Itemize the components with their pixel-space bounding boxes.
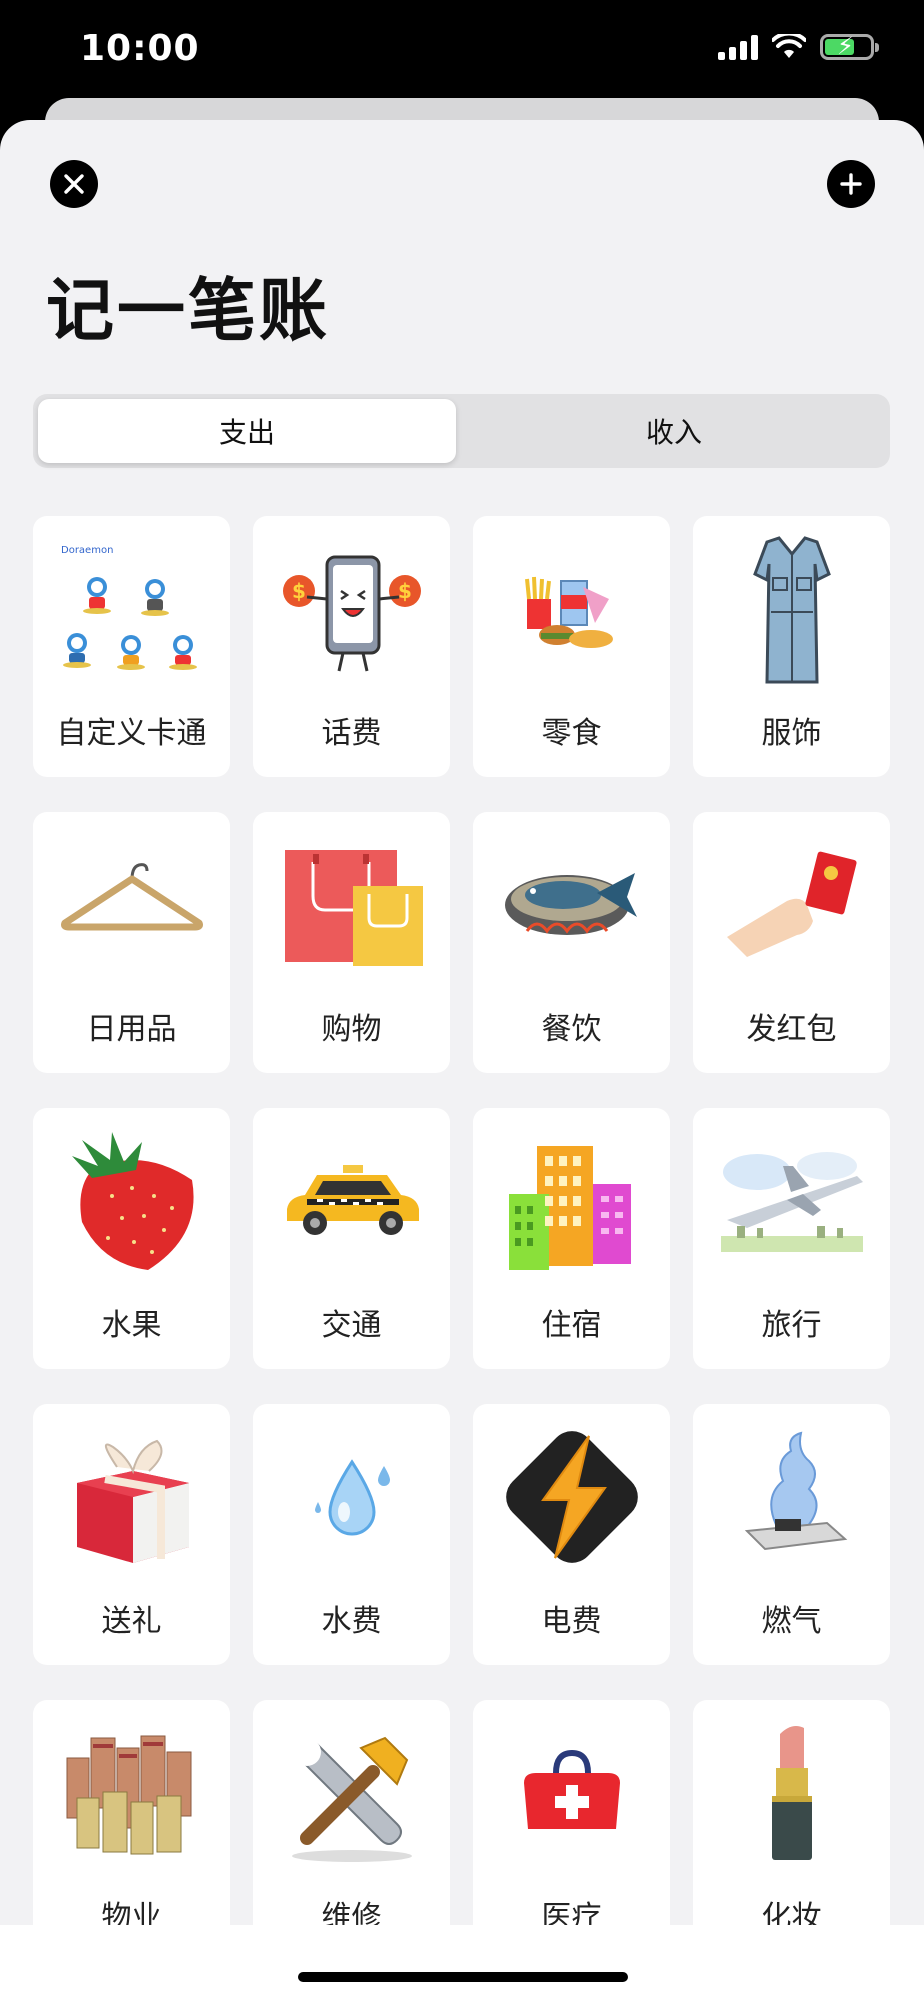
airplane-icon xyxy=(711,1126,872,1276)
category-card-electricity[interactable]: 电费 xyxy=(473,1404,670,1665)
category-label: 发红包 xyxy=(746,1012,837,1047)
category-label: 购物 xyxy=(321,1012,382,1047)
category-card-property[interactable]: 物业 xyxy=(33,1700,230,1961)
category-label: 零食 xyxy=(541,716,602,751)
close-icon xyxy=(64,174,84,194)
tab-expense[interactable]: 支出 xyxy=(38,399,456,463)
fish-dish-icon xyxy=(491,830,652,980)
category-label: 服饰 xyxy=(761,716,822,751)
lightning-icon xyxy=(491,1422,652,1572)
city-blocks-icon xyxy=(51,1718,212,1868)
category-label: 旅行 xyxy=(761,1308,822,1343)
status-icons: ⚡ xyxy=(718,33,879,60)
category-label: 送礼 xyxy=(101,1604,162,1639)
category-card-repair[interactable]: 维修 xyxy=(253,1700,450,1961)
category-card-travel[interactable]: 旅行 xyxy=(693,1108,890,1369)
category-label: 餐饮 xyxy=(541,1012,602,1047)
dress-icon xyxy=(711,534,872,684)
add-record-sheet: 记一笔账 支出 收入 Doraemon 自定义卡通 $ $ 话费 零食 服饰 日… xyxy=(0,120,924,2000)
add-button[interactable] xyxy=(827,160,875,208)
tab-income[interactable]: 收入 xyxy=(463,399,885,463)
category-card-gas[interactable]: 燃气 xyxy=(693,1404,890,1665)
category-card-shopping[interactable]: 购物 xyxy=(253,812,450,1073)
gift-box-icon xyxy=(51,1422,212,1572)
hanger-icon xyxy=(51,830,212,980)
gas-stove-icon xyxy=(711,1422,872,1572)
category-card-gift[interactable]: 送礼 xyxy=(33,1404,230,1665)
category-card-clothing[interactable]: 服饰 xyxy=(693,516,890,777)
category-label: 水费 xyxy=(321,1604,382,1639)
category-label: 自定义卡通 xyxy=(56,716,207,751)
medical-kit-icon xyxy=(491,1718,652,1868)
svg-text:Doraemon: Doraemon xyxy=(61,545,113,556)
wifi-icon xyxy=(772,34,806,58)
close-button[interactable] xyxy=(50,160,98,208)
lipstick-icon xyxy=(711,1718,872,1868)
category-card-dining[interactable]: 餐饮 xyxy=(473,812,670,1073)
svg-text:$: $ xyxy=(398,579,412,603)
category-label: 话费 xyxy=(321,716,382,751)
battery-icon: ⚡ xyxy=(820,33,879,60)
water-drop-icon xyxy=(271,1422,432,1572)
taxi-icon xyxy=(271,1126,432,1276)
category-label: 日用品 xyxy=(86,1012,177,1047)
wrench-hammer-icon xyxy=(271,1718,432,1868)
page-title: 记一笔账 xyxy=(46,272,331,351)
category-label: 燃气 xyxy=(761,1604,822,1639)
plus-icon xyxy=(840,173,862,195)
category-label: 住宿 xyxy=(541,1308,602,1343)
category-card-transport[interactable]: 交通 xyxy=(253,1108,450,1369)
red-envelope-icon xyxy=(711,830,872,980)
status-time: 10:00 xyxy=(80,28,200,69)
status-bar: 10:00 ⚡ xyxy=(0,0,924,100)
buildings-icon xyxy=(491,1126,652,1276)
category-card-medical[interactable]: 医疗 xyxy=(473,1700,670,1961)
home-indicator-area xyxy=(0,1925,924,2000)
cellular-signal-icon xyxy=(718,34,758,60)
category-card-water-bill[interactable]: 水费 xyxy=(253,1404,450,1665)
shopping-bag-icon xyxy=(271,830,432,980)
svg-text:$: $ xyxy=(292,579,306,603)
phone-bill-icon: $ $ xyxy=(271,534,432,684)
strawberry-icon xyxy=(51,1126,212,1276)
home-indicator[interactable] xyxy=(298,1972,628,1982)
category-card-daily-goods[interactable]: 日用品 xyxy=(33,812,230,1073)
type-segmented-control: 支出 收入 xyxy=(33,394,890,468)
snacks-icon xyxy=(491,534,652,684)
category-label: 交通 xyxy=(321,1308,382,1343)
category-card-cartoon[interactable]: Doraemon 自定义卡通 xyxy=(33,516,230,777)
cartoon-icon: Doraemon xyxy=(51,534,212,684)
category-card-snacks[interactable]: 零食 xyxy=(473,516,670,777)
category-card-cosmetics[interactable]: 化妆 xyxy=(693,1700,890,1961)
category-card-phone-bill[interactable]: $ $ 话费 xyxy=(253,516,450,777)
category-card-fruit[interactable]: 水果 xyxy=(33,1108,230,1369)
category-label: 电费 xyxy=(541,1604,602,1639)
category-card-lodging[interactable]: 住宿 xyxy=(473,1108,670,1369)
category-label: 水果 xyxy=(101,1308,162,1343)
category-card-red-packet[interactable]: 发红包 xyxy=(693,812,890,1073)
